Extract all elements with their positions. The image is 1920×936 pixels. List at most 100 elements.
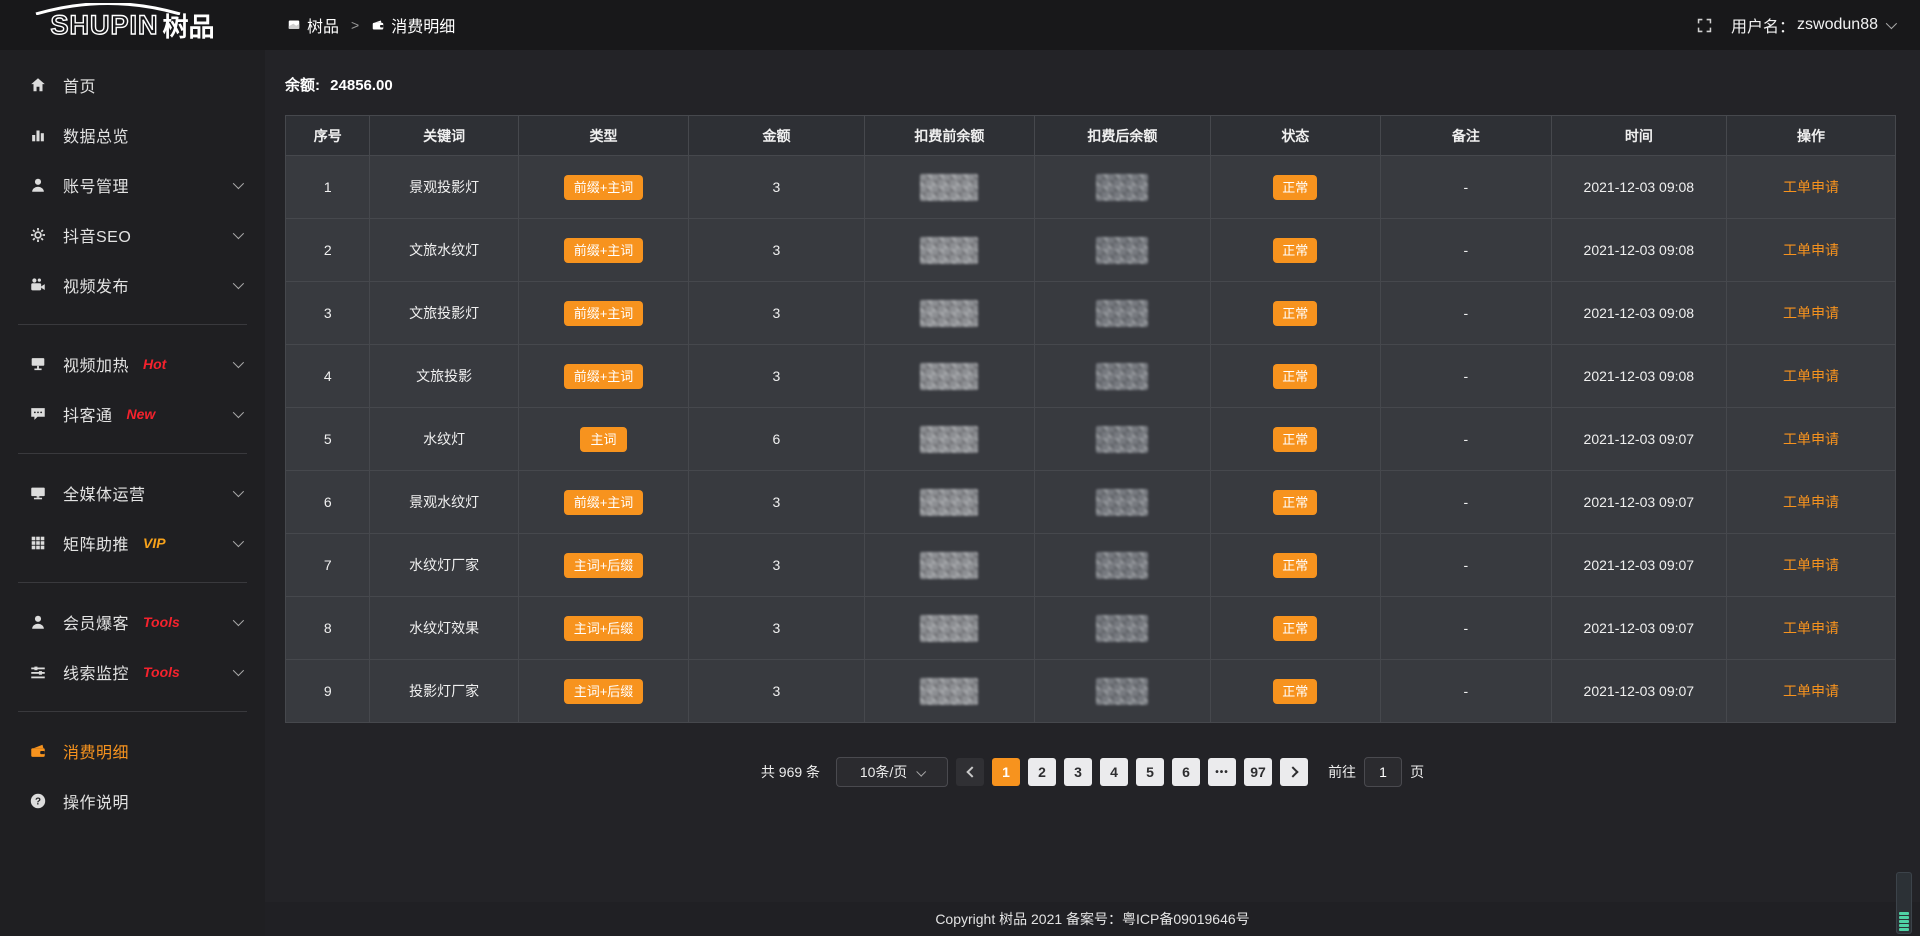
page-button-6[interactable]: 6 xyxy=(1172,758,1200,786)
sidebar-item-label: 会员爆客 xyxy=(63,610,129,634)
total-count: 共 969 条 xyxy=(761,762,820,782)
page-ellipsis-button[interactable]: ••• xyxy=(1208,758,1236,786)
cell-status: 正常 xyxy=(1210,534,1381,597)
user-icon xyxy=(28,175,48,195)
work-order-link[interactable]: 工单申请 xyxy=(1783,179,1839,195)
sidebar-item-consumption-detail[interactable]: 消费明细 xyxy=(0,726,265,776)
chevron-down-icon xyxy=(233,536,244,547)
sidebar-item-douketong[interactable]: 抖客通 New xyxy=(0,389,265,439)
cell-balance-after xyxy=(1035,282,1210,345)
type-badge: 前缀+主词 xyxy=(564,301,644,326)
sidebar-divider xyxy=(18,324,247,325)
page-button-1[interactable]: 1 xyxy=(992,758,1020,786)
breadcrumb-home[interactable]: 树品 xyxy=(287,13,339,37)
masked-balance-before xyxy=(920,615,978,642)
work-order-link[interactable]: 工单申请 xyxy=(1783,242,1839,258)
sidebar-item-all-media[interactable]: 全媒体运营 xyxy=(0,468,265,518)
work-order-link[interactable]: 工单申请 xyxy=(1783,683,1839,699)
cell-index: 5 xyxy=(286,408,370,471)
page-button-3[interactable]: 3 xyxy=(1064,758,1092,786)
masked-balance-before xyxy=(920,363,978,390)
status-badge: 正常 xyxy=(1273,427,1317,452)
cell-type: 前缀+主词 xyxy=(518,345,689,408)
sidebar-item-douyin-seo[interactable]: 抖音SEO xyxy=(0,210,265,260)
col-header-status: 状态 xyxy=(1210,116,1381,156)
type-badge: 前缀+主词 xyxy=(564,364,644,389)
cell-remark: - xyxy=(1381,408,1552,471)
cell-time: 2021-12-03 09:07 xyxy=(1551,597,1726,660)
chevron-down-icon xyxy=(1886,18,1897,29)
sidebar-item-home[interactable]: 首页 xyxy=(0,60,265,110)
cell-balance-before xyxy=(864,219,1035,282)
page-button-4[interactable]: 4 xyxy=(1100,758,1128,786)
sidebar-item-instructions[interactable]: ? 操作说明 xyxy=(0,776,265,826)
sidebar: 首页 数据总览 账号管理 抖音SEO 视频发布 视频加热 Hot 抖客通 New… xyxy=(0,50,265,936)
page-button-5[interactable]: 5 xyxy=(1136,758,1164,786)
sidebar-item-lead-monitor[interactable]: 线索监控 Tools xyxy=(0,647,265,697)
sidebar-item-data-overview[interactable]: 数据总览 xyxy=(0,110,265,160)
cell-balance-after xyxy=(1035,471,1210,534)
status-badge: 正常 xyxy=(1273,238,1317,263)
bar-chart-icon xyxy=(28,125,48,145)
cell-status: 正常 xyxy=(1210,219,1381,282)
sidebar-item-video-heat[interactable]: 视频加热 Hot xyxy=(0,339,265,389)
fullscreen-icon[interactable] xyxy=(1696,17,1713,34)
cell-balance-before xyxy=(864,660,1035,723)
work-order-link[interactable]: 工单申请 xyxy=(1783,368,1839,384)
sidebar-item-label: 操作说明 xyxy=(63,789,129,813)
floating-widget[interactable] xyxy=(1896,872,1912,934)
breadcrumb-current[interactable]: 消费明细 xyxy=(371,13,455,37)
screen-icon xyxy=(287,18,301,32)
consumption-table: 序号 关键词 类型 金额 扣费前余额 扣费后余额 状态 备注 时间 操作 1 景… xyxy=(285,115,1896,723)
sliders-icon xyxy=(28,662,48,682)
prev-page-button[interactable] xyxy=(956,758,984,786)
work-order-link[interactable]: 工单申请 xyxy=(1783,494,1839,510)
goto-page-input[interactable] xyxy=(1364,757,1402,787)
sidebar-item-video-publish[interactable]: 视频发布 xyxy=(0,260,265,310)
cell-index: 4 xyxy=(286,345,370,408)
sidebar-item-label: 线索监控 xyxy=(63,660,129,684)
col-header-action: 操作 xyxy=(1727,116,1896,156)
type-badge: 主词+后缀 xyxy=(564,616,644,641)
tools-badge: Tools xyxy=(143,664,180,680)
masked-balance-before xyxy=(920,174,978,201)
sidebar-item-member-burst[interactable]: 会员爆客 Tools xyxy=(0,597,265,647)
goto-page: 前往 页 xyxy=(1328,757,1424,787)
cell-index: 2 xyxy=(286,219,370,282)
page-size-select[interactable]: 10条/页 xyxy=(836,757,948,787)
masked-balance-after xyxy=(1096,300,1148,327)
work-order-link[interactable]: 工单申请 xyxy=(1783,557,1839,573)
sidebar-item-account-management[interactable]: 账号管理 xyxy=(0,160,265,210)
cell-amount: 6 xyxy=(689,408,864,471)
page-button-2[interactable]: 2 xyxy=(1028,758,1056,786)
col-header-balance-before: 扣费前余额 xyxy=(864,116,1035,156)
topbar-right: 用户名：zswodun88 xyxy=(1696,13,1920,37)
sidebar-item-matrix-boost[interactable]: 矩阵助推 VIP xyxy=(0,518,265,568)
cell-action: 工单申请 xyxy=(1727,219,1896,282)
sidebar-item-label: 抖客通 xyxy=(63,402,113,426)
chevron-down-icon xyxy=(917,766,927,776)
cell-remark: - xyxy=(1381,471,1552,534)
cell-action: 工单申请 xyxy=(1727,597,1896,660)
masked-balance-after xyxy=(1096,678,1148,705)
cell-keyword: 景观水纹灯 xyxy=(370,471,518,534)
work-order-link[interactable]: 工单申请 xyxy=(1783,305,1839,321)
cell-balance-after xyxy=(1035,345,1210,408)
work-order-link[interactable]: 工单申请 xyxy=(1783,620,1839,636)
balance-label: 余额: xyxy=(285,77,320,94)
user-menu[interactable]: 用户名：zswodun88 xyxy=(1731,13,1894,37)
goto-suffix: 页 xyxy=(1410,762,1424,782)
question-circle-icon: ? xyxy=(28,791,48,811)
copyright-text: Copyright 树品 2021 备案号：粤ICP备09019646号 xyxy=(935,909,1249,929)
cell-amount: 3 xyxy=(689,156,864,219)
type-badge: 主词+后缀 xyxy=(564,553,644,578)
page-button-97[interactable]: 97 xyxy=(1244,758,1272,786)
gear-icon xyxy=(28,225,48,245)
work-order-link[interactable]: 工单申请 xyxy=(1783,431,1839,447)
sidebar-item-label: 账号管理 xyxy=(63,173,129,197)
chevron-down-icon xyxy=(233,615,244,626)
status-badge: 正常 xyxy=(1273,616,1317,641)
next-page-button[interactable] xyxy=(1280,758,1308,786)
table-row: 3 文旅投影灯 前缀+主词 3 正常 - 2021-12-03 09:08 工单… xyxy=(286,282,1896,345)
sidebar-item-label: 消费明细 xyxy=(63,739,129,763)
